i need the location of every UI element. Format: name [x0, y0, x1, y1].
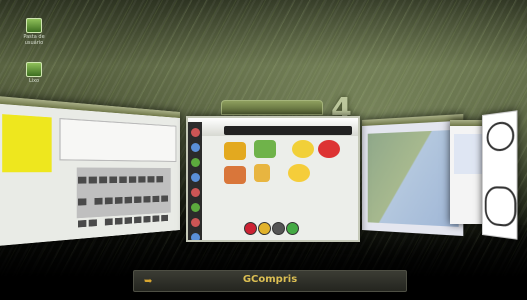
window-preview-gcompris[interactable]: [186, 116, 360, 242]
activity-icon-bus[interactable]: [224, 142, 246, 160]
active-window-title: GCompris: [242, 274, 298, 285]
workspace-tab: [221, 100, 323, 115]
desktop-icon-trash[interactable]: Lixo: [14, 62, 54, 84]
activity-icon-sun[interactable]: [288, 164, 310, 182]
home-icon[interactable]: [244, 222, 257, 235]
activity-icon-ladybug[interactable]: [318, 140, 340, 158]
teddy-bear-drawing: [486, 120, 515, 152]
trash-icon: [26, 62, 42, 77]
home-folder-icon: [26, 18, 42, 33]
activity-icon-arrows[interactable]: [254, 164, 270, 182]
desktop-icon-label: Lixo: [28, 78, 40, 84]
desktop-background: Pasta de usuário Lixo 4 ➥ GCompris: [0, 0, 527, 300]
menu-bar: [224, 126, 352, 135]
document-area: [59, 117, 177, 162]
window-titlebar: [0, 95, 181, 118]
help-icon[interactable]: [286, 222, 299, 235]
category-sidebar: [188, 122, 202, 240]
desktop-icon-home[interactable]: Pasta de usuário: [14, 18, 54, 46]
window-titlebar: [362, 113, 464, 126]
activity-icon-abc[interactable]: [224, 166, 246, 184]
yellow-panel: [2, 114, 52, 173]
window-preview-map-app[interactable]: [362, 113, 464, 237]
map-image: [367, 129, 459, 227]
window-preview-drawing-app[interactable]: [482, 110, 518, 240]
activity-icon-blocks[interactable]: [254, 140, 276, 158]
desktop-icon-label: Pasta de usuário: [23, 34, 45, 46]
keyboard-image: [76, 167, 171, 247]
settings-icon[interactable]: [272, 222, 285, 235]
activity-icon-smiley[interactable]: [292, 140, 314, 158]
teddy-body-drawing: [484, 186, 517, 228]
content-block: [454, 134, 484, 174]
star-icon[interactable]: [258, 222, 271, 235]
window-title-caption: ➥ GCompris: [133, 270, 407, 292]
window-preview-typing-app[interactable]: [0, 95, 181, 247]
